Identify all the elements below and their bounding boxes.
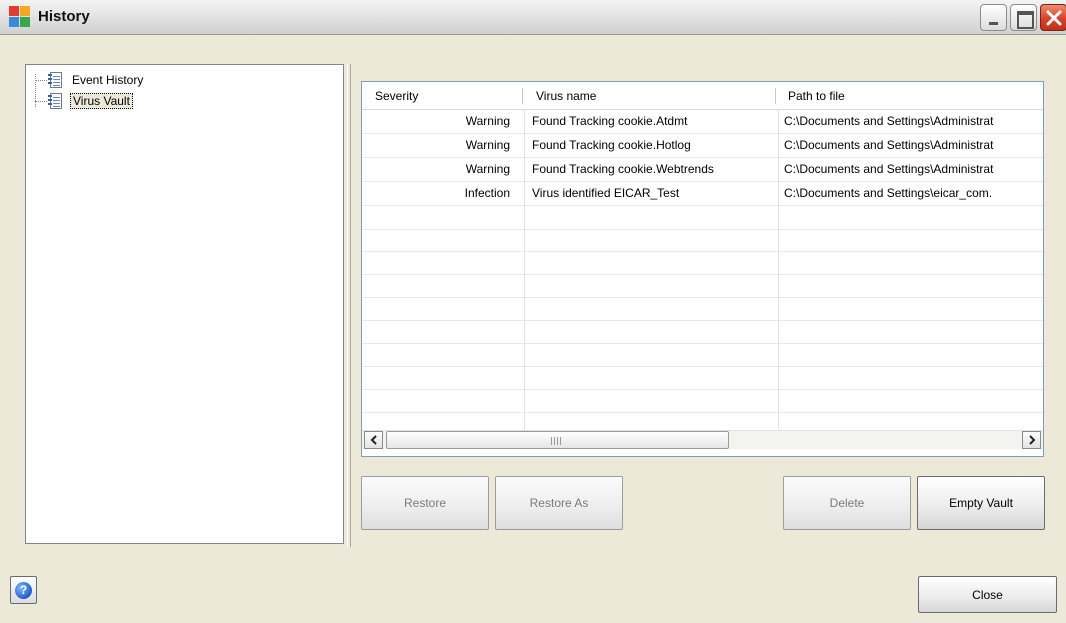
delete-button[interactable]: Delete	[783, 476, 911, 530]
severity-cell: Infection	[464, 186, 510, 200]
tree-item-label: Event History	[72, 73, 144, 87]
empty-row	[362, 206, 1043, 230]
severity-cell: Warning	[465, 162, 510, 176]
restore-button[interactable]: Restore	[361, 476, 489, 530]
virus-name-cell: Found Tracking cookie.Atdmt	[532, 114, 688, 128]
document-icon	[48, 92, 64, 110]
title-bar: History	[0, 0, 1066, 35]
chevron-right-icon	[1028, 435, 1035, 445]
restore-as-button[interactable]: Restore As	[495, 476, 623, 530]
virus-name-cell: Found Tracking cookie.Hotlog	[532, 138, 691, 152]
virus-vault-table: Severity Virus name Path to file Warning…	[361, 81, 1044, 457]
minimize-button[interactable]	[980, 4, 1007, 31]
virus-name-cell: Virus identified EICAR_Test	[532, 186, 680, 200]
help-icon: ?	[15, 582, 32, 599]
maximize-button[interactable]	[1010, 4, 1037, 31]
empty-row	[362, 343, 1043, 367]
window-title: History	[38, 8, 90, 25]
scroll-left-button[interactable]	[364, 431, 383, 449]
horizontal-scrollbar[interactable]	[362, 430, 1043, 449]
document-icon	[48, 71, 64, 89]
chevron-left-icon	[370, 435, 377, 445]
navigation-tree: Event History Virus Vault	[25, 64, 344, 544]
path-cell: C:\Documents and Settings\Administrat	[784, 138, 994, 152]
empty-row	[362, 297, 1043, 321]
virus-name-cell: Found Tracking cookie.Webtrends	[532, 162, 714, 176]
avg-logo-icon	[9, 6, 31, 28]
close-window-button[interactable]	[1040, 4, 1066, 31]
table-row[interactable]: Warning Found Tracking cookie.Webtrends …	[362, 158, 1043, 182]
column-header-path[interactable]: Path to file	[788, 89, 845, 103]
column-header-virus-name[interactable]: Virus name	[536, 89, 596, 103]
empty-row	[362, 274, 1043, 298]
scrollbar-thumb[interactable]	[386, 431, 729, 449]
empty-row	[362, 251, 1043, 275]
table-header: Severity Virus name Path to file	[362, 82, 1043, 110]
tree-item-virus-vault[interactable]: Virus Vault	[48, 92, 133, 110]
path-cell: C:\Documents and Settings\Administrat	[784, 114, 994, 128]
scroll-right-button[interactable]	[1022, 431, 1041, 449]
table-row[interactable]: Warning Found Tracking cookie.Atdmt C:\D…	[362, 110, 1043, 134]
close-icon	[1046, 10, 1062, 26]
table-row[interactable]: Infection Virus identified EICAR_Test C:…	[362, 182, 1043, 206]
tree-item-label: Virus Vault	[70, 93, 133, 109]
path-cell: C:\Documents and Settings\Administrat	[784, 162, 994, 176]
tree-item-event-history[interactable]: Event History	[48, 71, 145, 89]
empty-row	[362, 320, 1043, 344]
panel-splitter[interactable]	[347, 64, 351, 547]
close-button[interactable]: Close	[918, 576, 1057, 613]
column-header-severity[interactable]: Severity	[375, 89, 418, 103]
help-button[interactable]: ?	[10, 576, 37, 604]
empty-row	[362, 228, 1043, 252]
path-cell: C:\Documents and Settings\eicar_com.	[784, 186, 993, 200]
table-row[interactable]: Warning Found Tracking cookie.Hotlog C:\…	[362, 134, 1043, 158]
severity-cell: Warning	[465, 114, 510, 128]
empty-row	[362, 366, 1043, 390]
empty-row	[362, 389, 1043, 413]
severity-cell: Warning	[465, 138, 510, 152]
empty-vault-button[interactable]: Empty Vault	[917, 476, 1045, 530]
